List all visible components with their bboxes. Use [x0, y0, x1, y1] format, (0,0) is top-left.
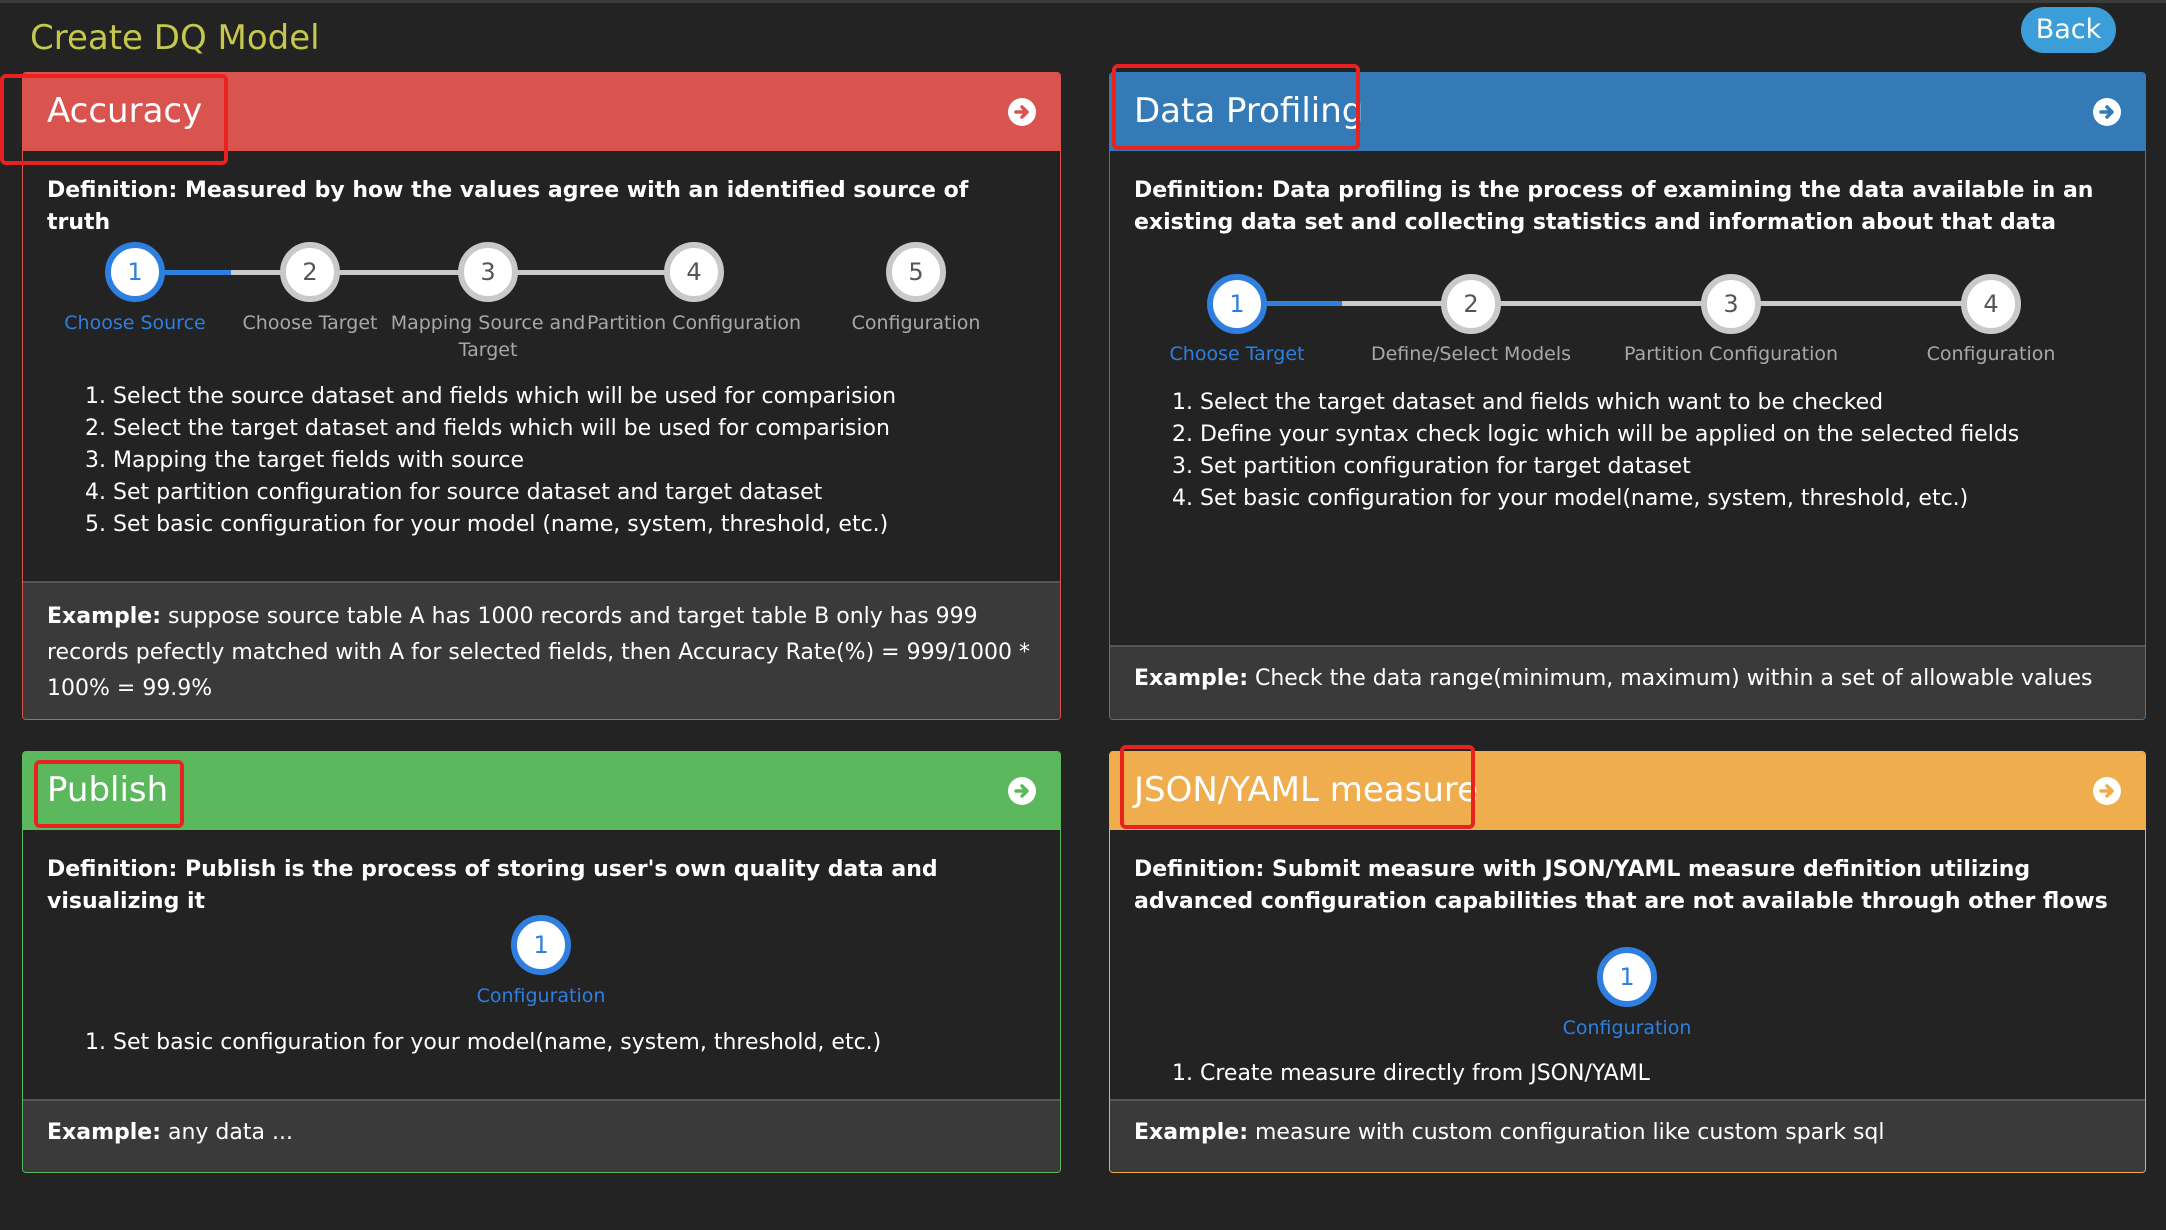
step-2-circle[interactable]: 2	[280, 242, 340, 302]
step-1-circle[interactable]: 1	[511, 915, 571, 975]
highlight-data-profiling-title	[1112, 64, 1360, 150]
highlight-publish-title	[34, 760, 184, 828]
step-1-circle[interactable]: 1	[1207, 274, 1267, 334]
step-2-label: Choose Target	[242, 312, 378, 334]
step-3-circle[interactable]: 3	[458, 242, 518, 302]
step-2-circle[interactable]: 2	[1441, 274, 1501, 334]
list-item: 1. Select the source dataset and fields …	[85, 384, 897, 409]
step-4-circle[interactable]: 4	[664, 242, 724, 302]
accuracy-card: Accuracy Definition: Measured by how the…	[22, 72, 1061, 720]
example-text: any data ...	[161, 1120, 293, 1145]
back-button[interactable]: Back	[2021, 7, 2116, 53]
step-1-label: Configuration	[476, 985, 606, 1007]
example-label: Example:	[47, 604, 161, 629]
list-item: 2. Define your syntax check logic which …	[1172, 422, 2020, 447]
publish-example: Example: any data ...	[23, 1099, 1060, 1172]
list-item: 1. Select the target dataset and fields …	[1172, 390, 1884, 415]
step-connector	[1342, 301, 1992, 306]
highlight-json-yaml-title	[1120, 745, 1475, 829]
step-1-circle[interactable]: 1	[1597, 947, 1657, 1007]
data-profiling-card: Data Profiling Definition: Data profilin…	[1109, 72, 2146, 720]
list-item: 2. Select the target dataset and fields …	[85, 416, 890, 441]
example-text: measure with custom configuration like c…	[1248, 1120, 1885, 1145]
accuracy-steps-list: 1. Select the source dataset and fields …	[85, 381, 896, 541]
json-yaml-steps-list: 1. Create measure directly from JSON/YAM…	[1172, 1058, 1650, 1090]
page-title: Create DQ Model	[30, 18, 320, 58]
list-item: 1. Set basic configuration for your mode…	[85, 1030, 882, 1055]
json-yaml-example: Example: measure with custom configurati…	[1110, 1099, 2145, 1172]
example-text: Check the data range(minimum, maximum) w…	[1248, 666, 2093, 691]
list-item: 5. Set basic configuration for your mode…	[85, 512, 889, 537]
list-item: 4. Set partition configuration for sourc…	[85, 480, 823, 505]
step-1-label: Choose Target	[1169, 343, 1305, 365]
example-label: Example:	[1134, 1120, 1248, 1145]
example-label: Example:	[1134, 666, 1248, 691]
data-profiling-steps-list: 1. Select the target dataset and fields …	[1172, 387, 2019, 515]
accuracy-example: Example: suppose source table A has 1000…	[23, 581, 1060, 719]
step-3-label: Partition Configuration	[1623, 343, 1839, 365]
step-5-label: Configuration	[851, 312, 981, 334]
list-item: 1. Create measure directly from JSON/YAM…	[1172, 1061, 1650, 1086]
data-profiling-example: Example: Check the data range(minimum, m…	[1110, 645, 2145, 719]
step-4-label: Configuration	[1926, 343, 2056, 365]
step-1-label: Configuration	[1562, 1017, 1692, 1039]
list-item: 3. Set partition configuration for targe…	[1172, 454, 1691, 479]
list-item: 3. Mapping the target fields with source	[85, 448, 525, 473]
step-2-label: Define/Select Models	[1370, 343, 1572, 365]
example-text: suppose source table A has 1000 records …	[47, 604, 1030, 701]
top-border	[0, 0, 2166, 3]
step-5-circle[interactable]: 5	[886, 242, 946, 302]
step-4-circle[interactable]: 4	[1961, 274, 2021, 334]
step-3-label: Mapping Source and Target	[390, 312, 586, 361]
list-item: 4. Set basic configuration for your mode…	[1172, 486, 1969, 511]
step-4-label: Partition Configuration	[586, 312, 802, 334]
publish-steps-list: 1. Set basic configuration for your mode…	[85, 1027, 881, 1059]
step-1-circle[interactable]: 1	[105, 242, 165, 302]
example-label: Example:	[47, 1120, 161, 1145]
step-1-label: Choose Source	[64, 312, 206, 334]
step-3-circle[interactable]: 3	[1701, 274, 1761, 334]
highlight-accuracy-title	[0, 74, 228, 165]
